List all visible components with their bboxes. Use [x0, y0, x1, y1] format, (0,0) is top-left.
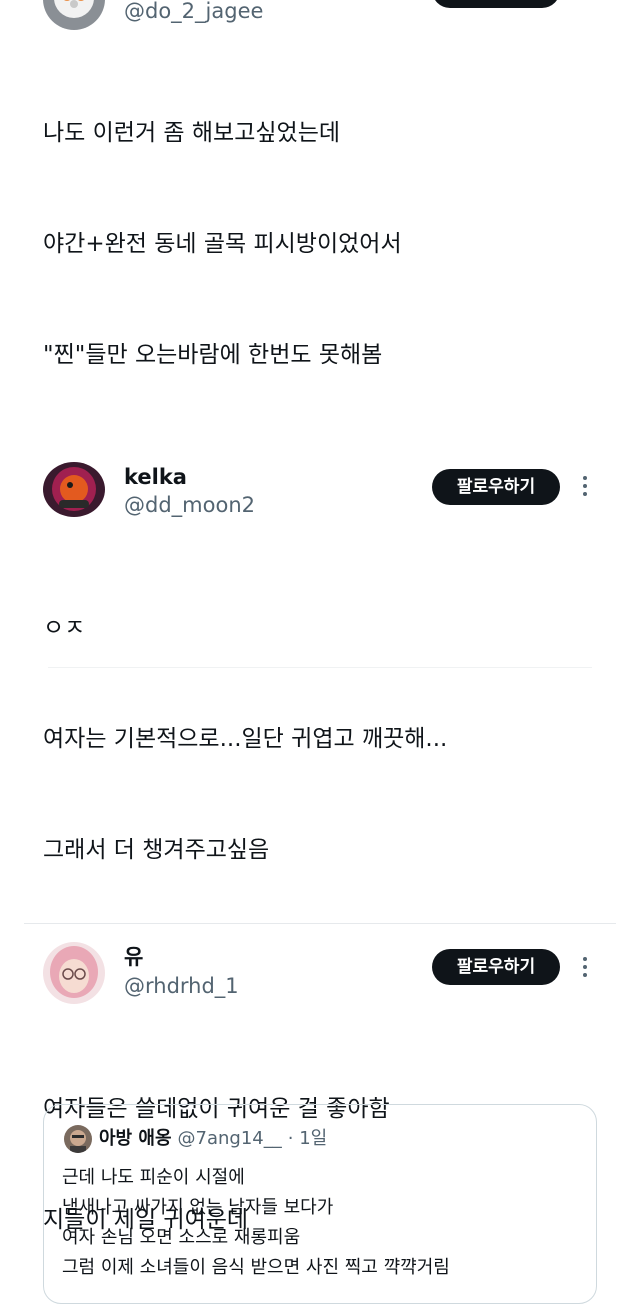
avatar — [64, 1125, 92, 1153]
post-separator — [24, 923, 616, 924]
follow-button[interactable] — [432, 0, 560, 8]
author-handle[interactable]: @rhdrhd_1 — [124, 973, 239, 999]
post-line: ㅇㅈ — [43, 615, 86, 641]
avatar-image — [64, 1125, 92, 1153]
quoted-post[interactable]: 아방 애옹 @7ang14__ · 1일 근데 나도 피순이 시절에 냄새나고 싸가… — [43, 1104, 597, 1304]
quoted-author-handle: @7ang14__ — [177, 1128, 282, 1149]
quoted-author-name: 아방 애옹 — [99, 1128, 172, 1149]
more-dots-icon[interactable] — [575, 471, 595, 501]
quoted-line: 근데 나도 피순이 시절에 — [62, 1167, 245, 1188]
avatar-image — [43, 462, 105, 517]
post-line: 그래서 더 챙겨주고싶음 — [43, 837, 270, 863]
avatar-image — [43, 0, 105, 30]
faint-divider — [48, 667, 592, 668]
avatar[interactable] — [43, 0, 105, 30]
follow-button[interactable]: 팔로우하기 — [432, 949, 560, 985]
more-dots-icon[interactable] — [575, 952, 595, 982]
quoted-line: 그럼 이제 소녀들이 음식 받으면 사진 찍고 꺅꺅거림 — [62, 1257, 450, 1278]
post-line: 야간+완전 동네 골목 피시방이었어서 — [43, 231, 402, 257]
avatar[interactable] — [43, 462, 105, 517]
post-line: 나도 이런거 좀 해보고싶었는데 — [43, 120, 341, 146]
quoted-line: 여자 손님 오면 소스로 재롱피움 — [62, 1227, 301, 1248]
quoted-time: · 1일 — [287, 1128, 328, 1149]
author-handle[interactable]: @dd_moon2 — [124, 492, 255, 518]
post-line: 여자는 기본적으로...일단 귀엽고 깨끗해... — [43, 726, 448, 752]
post-do-2-jagee: @do_2_jagee 나도 이런거 좀 해보고싶었는데 야간+완전 동네 골목… — [0, 0, 640, 420]
avatar-image — [43, 942, 105, 1004]
post-body: 나도 이런거 좀 해보고싶었는데 야간+완전 동네 골목 피시방이었어서 "찐"… — [43, 41, 402, 448]
post-body: ㅇㅈ 여자는 기본적으로...일단 귀엽고 깨끗해... 그래서 더 챙겨주고싶… — [43, 536, 447, 943]
author-name[interactable]: kelka — [124, 464, 187, 490]
avatar[interactable] — [43, 942, 105, 1004]
quoted-author: 아방 애옹 @7ang14__ · 1일 — [99, 1126, 327, 1152]
post-line: "찐"들만 오는바람에 한번도 못해봄 — [43, 342, 383, 368]
author-name[interactable]: 유 — [124, 944, 143, 970]
follow-button[interactable]: 팔로우하기 — [432, 469, 560, 505]
quoted-line: 냄새나고 싸가지 없는 남자들 보다가 — [62, 1197, 334, 1218]
author-handle[interactable]: @do_2_jagee — [124, 0, 263, 24]
